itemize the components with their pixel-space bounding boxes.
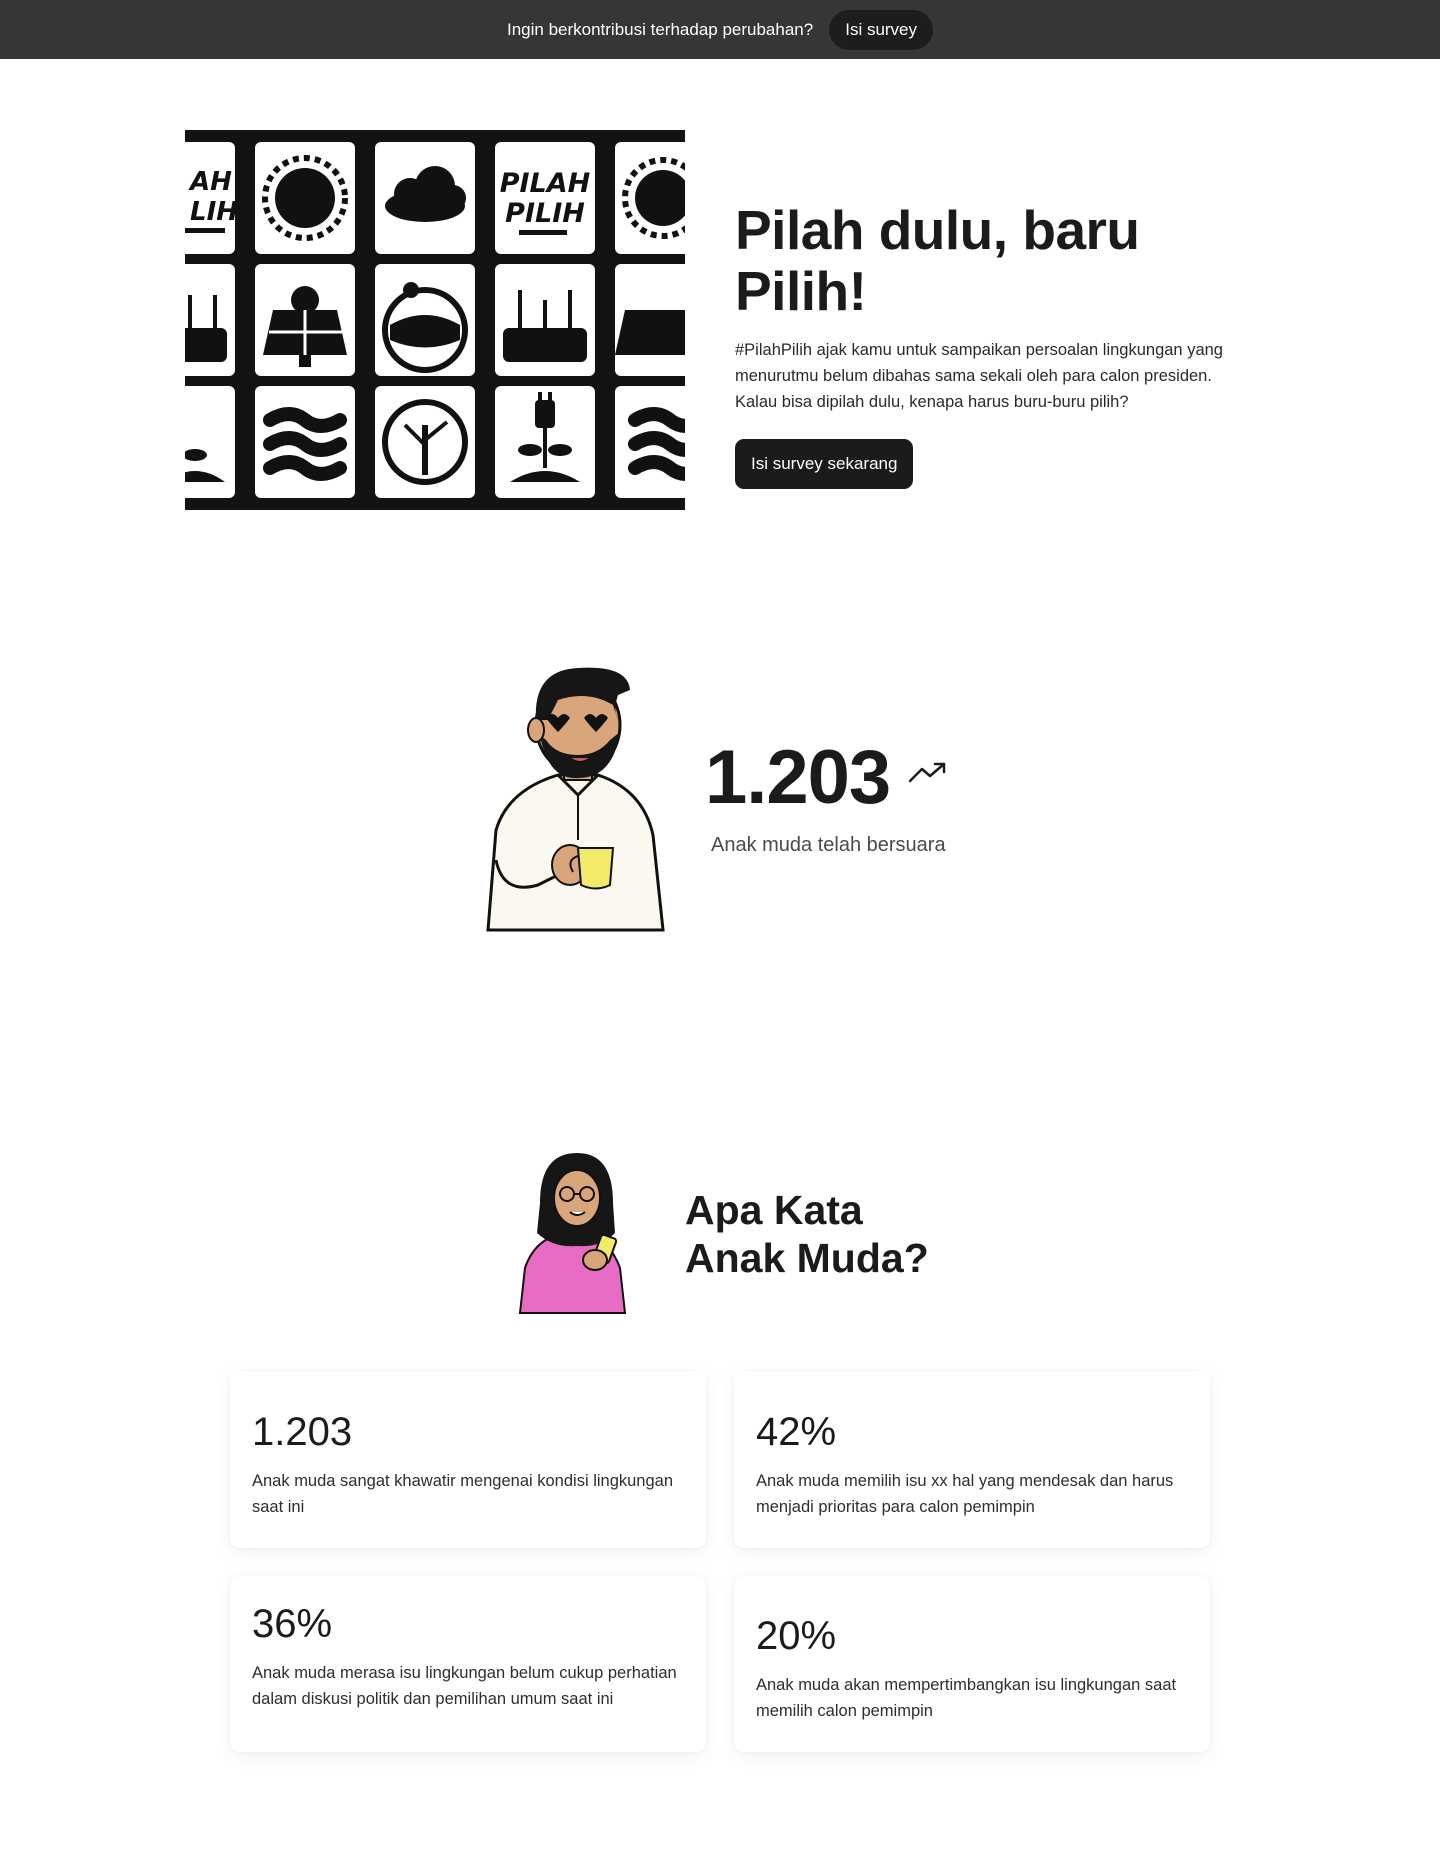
hero-illustration: PILAH PILIH AH LIH	[185, 130, 685, 510]
stat-card: 20% Anak muda akan mempertimbangkan isu …	[734, 1576, 1210, 1752]
stat-description: Anak muda memilih isu xx hal yang mendes…	[756, 1472, 1174, 1516]
stat-description: Anak muda merasa isu lingkungan belum cu…	[252, 1664, 677, 1708]
take-survey-button[interactable]: Isi survey sekarang	[735, 439, 914, 489]
stat-value: 1.203	[252, 1410, 353, 1454]
art-label-lih: LIH	[190, 197, 238, 227]
opinions-title-line-2: Anak Muda?	[685, 1235, 929, 1281]
woman-with-phone-illustration	[515, 1148, 630, 1316]
stat-description: Anak muda akan mempertimbangkan isu ling…	[756, 1676, 1177, 1720]
stat-description: Anak muda sangat khawatir mengenai kondi…	[252, 1472, 674, 1516]
stat-card: 1.203 Anak muda sangat khawatir mengenai…	[230, 1372, 706, 1548]
top-banner: Ingin berkontribusi terhadap perubahan? …	[0, 0, 1440, 59]
art-label-ah: AH	[188, 167, 232, 197]
stat-value: 20%	[756, 1614, 837, 1658]
stat-value: 36%	[252, 1602, 333, 1646]
stat-value: 42%	[756, 1410, 837, 1454]
hero-title: Pilah dulu, baru Pilih!	[735, 199, 1140, 322]
participant-counter: 1.203 Anak muda telah bersuara	[705, 740, 948, 857]
art-label-pilah: PILAH	[500, 168, 591, 199]
banner-text: Ingin berkontribusi terhadap perubahan?	[506, 19, 814, 39]
counter-label: Anak muda telah bersuara	[711, 834, 946, 856]
hero-description: #PilahPilih ajak kamu untuk sampaikan pe…	[735, 341, 1223, 411]
opinions-title: Apa Kata Anak Muda?	[685, 1186, 929, 1282]
hero-content: Pilah dulu, baru Pilih! #PilahPilih ajak…	[735, 200, 1255, 489]
man-with-mug-illustration	[478, 660, 678, 935]
stat-card: 42% Anak muda memilih isu xx hal yang me…	[734, 1372, 1210, 1548]
opinions-title-line-1: Apa Kata	[685, 1187, 863, 1233]
banner-survey-button[interactable]: Isi survey	[829, 9, 934, 50]
trending-up-icon	[908, 762, 946, 783]
stat-card: 36% Anak muda merasa isu lingkungan belu…	[230, 1576, 706, 1752]
art-label-pilih: PILIH	[505, 198, 585, 229]
counter-value: 1.203	[705, 735, 891, 820]
